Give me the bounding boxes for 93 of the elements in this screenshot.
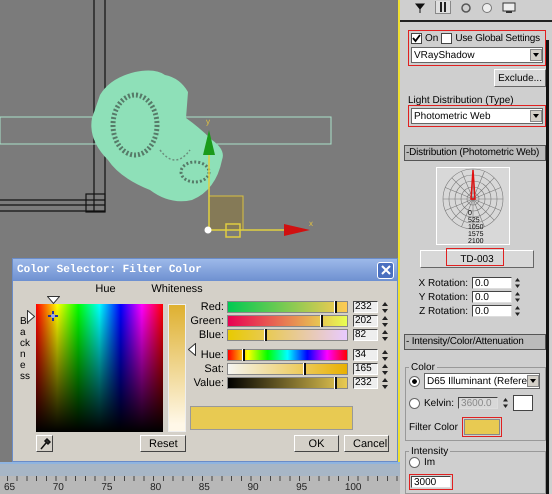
kelvin-color-swatch[interactable]: [513, 395, 534, 411]
ruler-label: 100: [344, 482, 362, 494]
slider-label: Red:: [200, 301, 224, 313]
selected-tab[interactable]: [435, 1, 451, 14]
checkbox-label[interactable]: Use Global Settings: [455, 33, 540, 44]
color-slider[interactable]: [227, 363, 348, 375]
web-file-button[interactable]: TD-003: [420, 250, 534, 268]
axis-label: x: [309, 219, 313, 228]
spinner-icon[interactable]: [381, 328, 389, 342]
spinner-icon[interactable]: [514, 305, 521, 317]
shadow-type-dropdown[interactable]: VRayShadow: [411, 47, 543, 63]
ruler-label: 65: [4, 482, 16, 494]
color-slider[interactable]: [227, 315, 348, 327]
value-field[interactable]: 202: [353, 315, 378, 327]
rotation-field[interactable]: 0.0: [472, 305, 512, 317]
value-field[interactable]: 82: [353, 329, 378, 341]
ruler-label: 80: [150, 482, 162, 494]
hue-label: Hue: [95, 283, 116, 295]
ruler-label: 70: [52, 482, 65, 494]
rotation-label: Z Rotation:: [418, 306, 468, 316]
spinner-icon[interactable]: [381, 300, 389, 314]
spinner-icon[interactable]: [381, 314, 389, 328]
checkbox-label[interactable]: On: [425, 33, 438, 44]
checkmark-icon: [412, 34, 421, 43]
monitor-icon[interactable]: [502, 2, 516, 14]
eyedropper-button[interactable]: [36, 435, 53, 452]
ruler-label: 90: [247, 482, 260, 494]
radio-button[interactable]: [409, 376, 420, 386]
close-button[interactable]: [377, 262, 394, 278]
group-label: Intensity: [410, 446, 450, 457]
radio-button[interactable]: [409, 457, 420, 468]
scroll-bar[interactable]: [546, 40, 549, 494]
light-distribution-label: Light Distribution (Type): [408, 95, 515, 106]
slider-label: Sat:: [203, 363, 224, 375]
rotation-label: Y Rotation:: [418, 292, 468, 302]
slider-thumb[interactable]: [334, 377, 338, 389]
checkbox[interactable]: [411, 33, 422, 44]
ruler-label: 95: [296, 482, 308, 494]
circle-icon[interactable]: [460, 2, 472, 14]
spinner-icon[interactable]: [381, 376, 389, 390]
ok-button[interactable]: OK: [294, 435, 339, 452]
unit-label[interactable]: Im: [424, 457, 436, 468]
eyedropper-icon: [38, 438, 50, 450]
rotation-label: X Rotation:: [418, 278, 468, 288]
color-spectrum[interactable]: [36, 304, 163, 432]
reset-button[interactable]: Reset: [140, 435, 186, 452]
slider-thumb[interactable]: [334, 301, 338, 313]
spinner-icon[interactable]: [381, 362, 389, 376]
intensity-field[interactable]: 3000: [411, 476, 451, 488]
value-field[interactable]: 165: [353, 363, 378, 375]
slider-label: Green:: [190, 315, 224, 327]
rollout-header[interactable]: - Intensity/Color/Attenuation: [404, 334, 546, 350]
rollout-header[interactable]: -Distribution (Photometric Web): [404, 145, 546, 161]
color-slider[interactable]: [227, 377, 348, 389]
dialog-title: Color Selector: Filter Color: [17, 264, 202, 276]
spinner-icon[interactable]: [381, 348, 389, 362]
whiteness-marker-icon[interactable]: [188, 343, 196, 356]
checkbox[interactable]: [441, 33, 452, 44]
spinner-icon[interactable]: [502, 397, 510, 409]
whiteness-label: Whiteness: [151, 283, 203, 295]
crosshair-icon: [48, 310, 58, 321]
color-slider[interactable]: [227, 301, 348, 313]
ruler-label: 75: [101, 482, 114, 494]
value-field[interactable]: 232: [353, 301, 378, 313]
illuminant-dropdown[interactable]: D65 Illuminant (Refere: [424, 373, 540, 389]
slider-thumb[interactable]: [264, 329, 268, 341]
rotation-field[interactable]: 0.0: [472, 277, 512, 289]
move-gizmo[interactable]: [203, 130, 310, 238]
color-slider[interactable]: [227, 329, 348, 341]
exclude-button[interactable]: Exclude...: [494, 69, 546, 87]
bars-icon: [439, 1, 447, 13]
color-slider[interactable]: [227, 349, 348, 361]
slider-label: Value:: [192, 377, 224, 389]
value-field[interactable]: 232: [353, 377, 378, 389]
group-label: Color: [410, 362, 436, 373]
sphere-icon[interactable]: [481, 2, 493, 14]
slider-thumb[interactable]: [302, 363, 306, 375]
spinner-icon[interactable]: [514, 277, 521, 289]
radio-button[interactable]: [409, 398, 420, 408]
close-icon: [380, 265, 390, 275]
value-field[interactable]: 34: [353, 349, 378, 361]
slider-label: Blue:: [198, 329, 224, 341]
filter-color-label: Filter Color: [409, 422, 458, 432]
rotation-field[interactable]: 0.0: [472, 291, 512, 303]
axis-label: y: [206, 117, 210, 126]
cancel-button[interactable]: Cancel: [344, 435, 389, 452]
ruler-label: 85: [198, 482, 211, 494]
slider-thumb[interactable]: [242, 349, 245, 361]
spinner-icon[interactable]: [514, 291, 521, 303]
distribution-dropdown[interactable]: Photometric Web: [411, 108, 543, 124]
slider-label: Hue:: [200, 349, 224, 361]
kelvin-label[interactable]: Kelvin:: [424, 398, 454, 408]
slider-thumb[interactable]: [320, 315, 323, 327]
